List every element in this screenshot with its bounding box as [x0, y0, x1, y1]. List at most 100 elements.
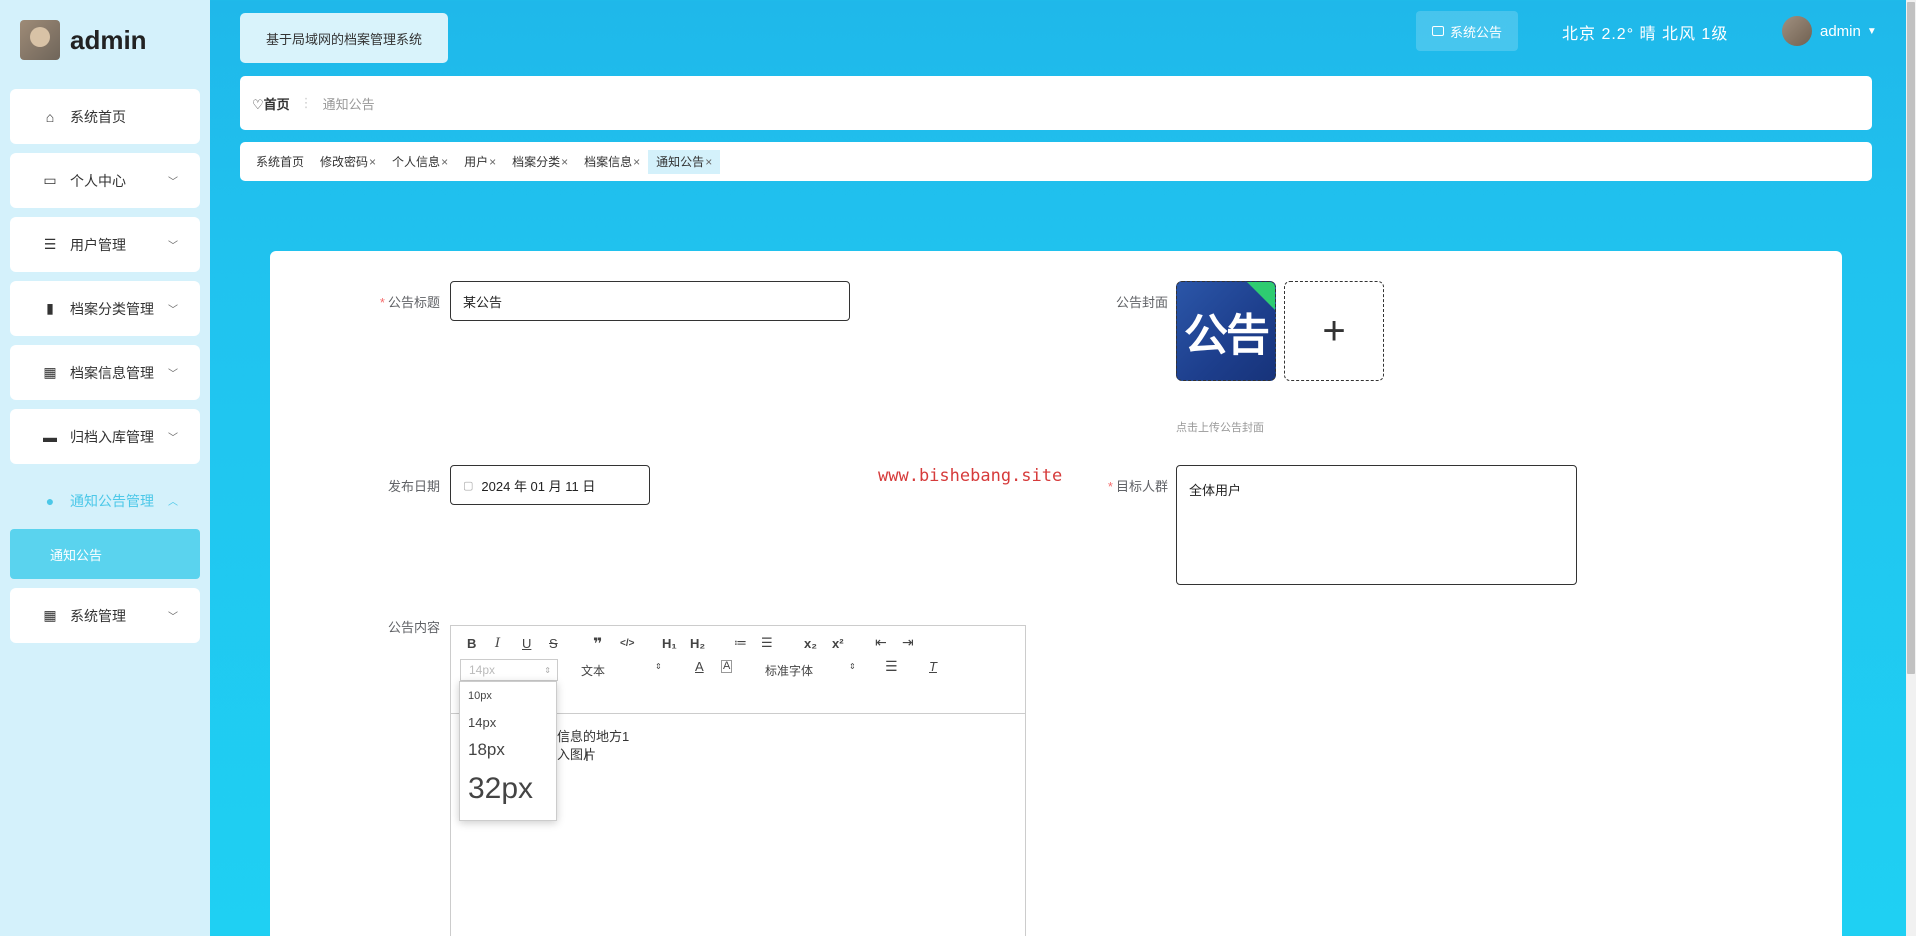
superscript-button[interactable]: x² [832, 636, 844, 651]
tab-user[interactable]: 用户 × [456, 150, 504, 174]
sidebar-item-label: 系统首页 [70, 108, 126, 125]
background-color-button[interactable]: A [721, 660, 733, 673]
tab-archive-info[interactable]: 档案信息 × [576, 150, 648, 174]
clipboard-icon: ▮ [46, 300, 54, 316]
h2-button[interactable]: H₂ [690, 636, 705, 651]
chevron-down-icon: ﹀ [168, 241, 178, 252]
align-button[interactable]: ☰ [885, 658, 898, 675]
breadcrumb-home[interactable]: ♡首页 [252, 94, 290, 113]
bold-button[interactable]: B [467, 636, 476, 651]
watermark: www.bishebang.site [878, 466, 1063, 486]
tab-label: 档案分类 [512, 155, 561, 169]
sidebar-item-archive-category[interactable]: ▮ 档案分类管理 ﹀ [10, 281, 200, 336]
tab-label: 档案信息 [584, 155, 633, 169]
font-color-button[interactable]: A [695, 659, 704, 674]
font-size-select[interactable]: 14px ⇕ [460, 659, 558, 681]
font-size-dropdown: 10px 14px 18px 32px [459, 681, 557, 821]
font-size-option[interactable]: 32px [460, 772, 556, 816]
h1-button[interactable]: H₁ [662, 636, 677, 651]
target-label: * 目标人群 [1107, 479, 1168, 494]
weather-info: 北京 2.2° 晴 北风 1级 [1562, 26, 1729, 43]
italic-button[interactable]: I [495, 636, 500, 651]
home-icon: ⌂ [45, 108, 55, 125]
plus-icon: + [1322, 308, 1346, 353]
close-icon[interactable]: × [705, 155, 712, 169]
close-icon[interactable]: × [369, 155, 376, 169]
user-menu[interactable]: admin ▼ [1782, 16, 1877, 46]
font-size-option[interactable]: 14px [460, 715, 556, 740]
cover-hint: 点击上传公告封面 [1176, 422, 1264, 434]
grid-icon: ▦ [43, 607, 57, 623]
bulb-icon: ● [45, 492, 55, 509]
close-icon[interactable]: × [489, 155, 496, 169]
font-family-select[interactable]: 标准字体 [765, 662, 813, 679]
chevron-down-icon: ﹀ [168, 612, 178, 623]
underline-button[interactable]: U [522, 636, 531, 651]
system-notice-button[interactable]: 系统公告 [1416, 11, 1518, 51]
breadcrumb-home-label: 首页 [263, 96, 290, 112]
updown-icon: ⇕ [849, 662, 856, 671]
sidebar-item-archive-storage[interactable]: ▬ 归档入库管理 ﹀ [10, 409, 200, 464]
editor-content-line[interactable]: 信息的地方1 [557, 726, 629, 745]
subscript-button[interactable]: x₂ [804, 636, 817, 651]
tab-label: 系统首页 [256, 155, 305, 169]
sidebar-item-home[interactable]: ⌂ 系统首页 [10, 89, 200, 144]
font-size-value: 14px [469, 663, 496, 677]
upload-cover-button[interactable]: + [1284, 281, 1384, 381]
close-icon[interactable]: × [633, 155, 640, 169]
sidebar-item-system-management[interactable]: ▦ 系统管理 ﹀ [10, 588, 200, 643]
app-user-title: admin [70, 24, 147, 55]
font-size-option[interactable]: 10px [460, 690, 556, 715]
sidebar: admin ⌂ 系统首页 ▭ 个人中心 ﹀ ☰ 用户管理 ﹀ ▮ 档案分类管理 … [0, 0, 210, 936]
strike-button[interactable]: S [549, 636, 558, 651]
text-cursor-icon: I [585, 748, 589, 764]
tab-archive-category[interactable]: 档案分类 × [504, 150, 576, 174]
editor-content-line[interactable]: 入图片 [557, 744, 596, 763]
close-icon[interactable]: × [561, 155, 568, 169]
username: admin [1820, 22, 1861, 40]
tab-notice[interactable]: 通知公告 × [648, 149, 721, 174]
code-button[interactable]: </> [620, 638, 634, 649]
sidebar-item-label: 档案分类管理 [70, 300, 154, 317]
bullet-list-button[interactable]: ☰ [761, 635, 773, 651]
sidebar-item-label: 档案信息管理 [70, 364, 154, 381]
heart-icon: ♡ [252, 96, 264, 112]
sidebar-item-label: 通知公告管理 [70, 492, 154, 509]
clear-format-button[interactable]: T [929, 659, 937, 674]
outdent-button[interactable]: ⇤ [875, 634, 887, 651]
tab-label: 修改密码 [320, 155, 369, 169]
sidebar-item-label: 用户管理 [70, 236, 126, 253]
sidebar-item-user-management[interactable]: ☰ 用户管理 ﹀ [10, 217, 200, 272]
sidebar-item-notice-management[interactable]: ● 通知公告管理 ︿ [10, 473, 200, 528]
font-size-option[interactable]: 18px [460, 740, 556, 772]
quote-button[interactable]: ❞ [593, 634, 602, 654]
tab-label: 用户 [464, 155, 489, 169]
sidebar-item-archive-info[interactable]: ▦ 档案信息管理 ﹀ [10, 345, 200, 400]
cover-image-text: 公告 [1184, 310, 1270, 361]
page-scrollbar[interactable] [1906, 0, 1916, 936]
date-picker[interactable]: ▢ 2024 年 01 月 11 日 [450, 465, 650, 505]
title-label: * 公告标题 [379, 295, 440, 310]
date-value: 2024 年 01 月 11 日 [481, 478, 596, 494]
sidebar-item-label: 系统管理 [70, 607, 126, 624]
date-label: 发布日期 [387, 479, 440, 494]
indent-button[interactable]: ⇥ [902, 634, 914, 651]
ordered-list-button[interactable]: ≔ [734, 635, 747, 651]
tab-home[interactable]: 系统首页 [248, 150, 312, 174]
sidebar-item-personal-center[interactable]: ▭ 个人中心 ﹀ [10, 153, 200, 208]
target-textarea[interactable]: 全体用户 [1176, 465, 1577, 585]
sidebar-subitem-notice[interactable]: 通知公告 [10, 529, 200, 579]
tab-change-password[interactable]: 修改密码 × [312, 150, 384, 174]
content-label: 公告内容 [387, 620, 440, 635]
scrollbar-thumb[interactable] [1907, 2, 1915, 674]
title-input[interactable]: 某公告 [450, 281, 850, 321]
close-icon[interactable]: × [441, 155, 448, 169]
cover-image[interactable]: 公告 [1176, 281, 1276, 381]
tab-personal-info[interactable]: 个人信息 × [384, 150, 456, 174]
breadcrumb: ♡首页 ⋮ 通知公告 [240, 76, 1872, 130]
header-select[interactable]: 文本 [581, 662, 605, 679]
chevron-down-icon: ﹀ [168, 433, 178, 444]
avatar [1782, 16, 1812, 46]
tab-label: 个人信息 [392, 155, 441, 169]
updown-icon: ⇕ [655, 662, 662, 671]
